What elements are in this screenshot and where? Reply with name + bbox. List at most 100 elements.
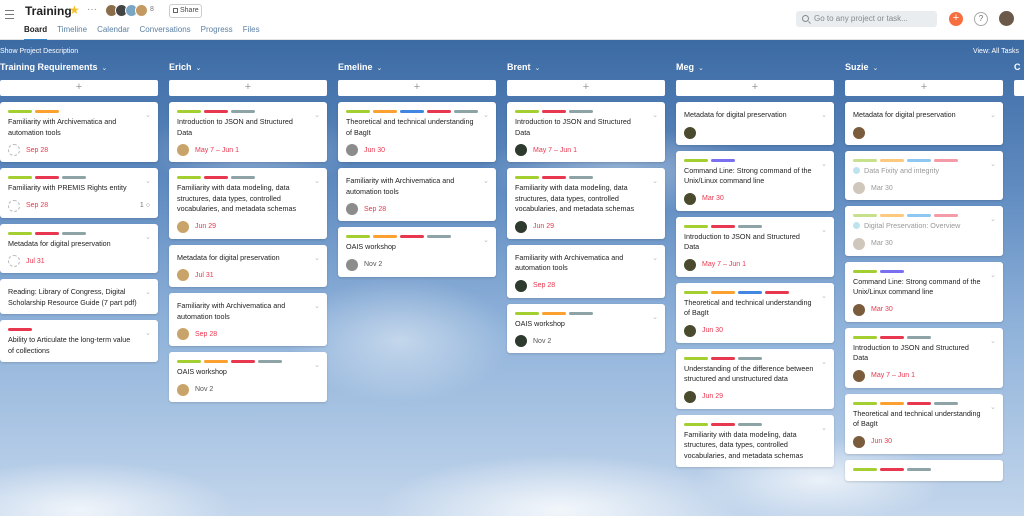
tag-green[interactable] <box>177 176 201 179</box>
chevron-down-icon[interactable]: ⌄ <box>535 65 541 72</box>
column-header[interactable]: Brent ⌄ <box>507 62 665 76</box>
task-card[interactable]: Theoretical and technical understanding … <box>338 102 496 162</box>
column-header[interactable]: Suzie ⌄ <box>845 62 1003 76</box>
tag-gray[interactable] <box>907 335 931 339</box>
tab-files[interactable]: Files <box>243 25 260 41</box>
tag-orange[interactable] <box>880 401 904 405</box>
search-input[interactable]: Go to any project or task... <box>796 11 937 27</box>
task-card[interactable]: Metadata for digital preservation ⌄ <box>676 102 834 145</box>
task-card[interactable]: Theoretical and technical understanding … <box>845 393 1003 454</box>
tag-gray[interactable] <box>231 110 255 113</box>
card-title[interactable]: OAIS workshop <box>515 319 657 330</box>
due-date[interactable]: Sep 28 <box>364 206 386 213</box>
column-header[interactable]: Meg ⌄ <box>676 62 834 76</box>
task-card[interactable]: Reading: Library of Congress, Digital Sc… <box>0 279 158 314</box>
tag-green[interactable] <box>8 176 32 179</box>
card-title[interactable]: Metadata for digital preservation <box>684 110 826 121</box>
due-date[interactable]: May 7 – Jun 1 <box>195 147 239 154</box>
due-date[interactable]: Jun 30 <box>702 327 723 334</box>
assignee-avatar[interactable] <box>684 324 696 337</box>
card-menu-icon[interactable]: ⌄ <box>314 254 320 262</box>
more-options-icon[interactable]: ··· <box>87 4 97 15</box>
due-date[interactable]: Nov 2 <box>364 261 382 268</box>
tag-gray[interactable] <box>738 422 762 426</box>
tag-gray[interactable] <box>569 176 593 179</box>
assign-user-icon[interactable] <box>8 144 20 156</box>
tag-red[interactable] <box>765 290 789 294</box>
tag-green[interactable] <box>684 290 708 294</box>
card-menu-icon[interactable]: ⌄ <box>990 160 996 168</box>
tag-green[interactable] <box>515 176 539 179</box>
card-title[interactable]: Familiarity with Archivematica and autom… <box>177 301 319 322</box>
card-title[interactable]: Familiarity with Archivematica and autom… <box>515 253 657 274</box>
due-date[interactable]: Sep 28 <box>533 282 555 289</box>
add-task-button[interactable]: + <box>507 80 665 96</box>
add-task-button[interactable]: + <box>0 80 158 96</box>
tag-blue[interactable] <box>400 110 424 113</box>
tag-light_blue[interactable] <box>907 158 931 162</box>
tab-progress[interactable]: Progress <box>201 25 233 41</box>
column-header[interactable]: Emeline ⌄ <box>338 62 496 76</box>
tag-orange[interactable] <box>35 110 59 113</box>
tag-light_green[interactable] <box>853 158 877 162</box>
assignee-avatar[interactable] <box>684 390 696 403</box>
card-title[interactable]: Command Line: Strong command of the Unix… <box>684 166 826 187</box>
tag-red[interactable] <box>907 401 931 405</box>
assignee-avatar[interactable] <box>515 220 527 233</box>
assignee-avatar[interactable] <box>346 258 358 271</box>
tag-green[interactable] <box>853 269 877 273</box>
tag-gray[interactable] <box>907 467 931 471</box>
card-menu-icon[interactable]: ⌄ <box>483 177 489 185</box>
card-menu-icon[interactable]: ⌄ <box>652 111 658 119</box>
card-title[interactable]: Familiarity with PREMIS Rights entity <box>8 183 150 194</box>
due-date[interactable]: Mar 30 <box>871 240 893 247</box>
assignee-avatar[interactable] <box>853 303 865 316</box>
task-card[interactable]: OAIS workshop ⌄ Nov 2 <box>169 352 327 402</box>
tag-green[interactable] <box>346 235 370 238</box>
task-card[interactable]: Introduction to JSON and Structured Data… <box>169 102 327 162</box>
assignee-avatar[interactable] <box>177 328 189 340</box>
assignee-avatar[interactable] <box>684 126 696 139</box>
tag-light_orange[interactable] <box>880 214 904 217</box>
tag-gray[interactable] <box>738 224 762 228</box>
tag-red[interactable] <box>400 235 424 238</box>
card-menu-icon[interactable]: ⌄ <box>314 111 320 119</box>
due-date[interactable]: Mar 30 <box>871 185 893 192</box>
view-filter-dropdown[interactable]: View: All Tasks <box>973 48 1019 55</box>
card-title[interactable]: Introduction to JSON and Structured Data <box>177 117 319 138</box>
tag-orange[interactable] <box>373 110 397 113</box>
card-title[interactable]: Theoretical and technical understanding … <box>853 409 995 430</box>
task-card[interactable]: Familiarity with Archivematica and autom… <box>338 168 496 221</box>
tag-green[interactable] <box>684 158 708 162</box>
due-date[interactable]: Jun 29 <box>702 393 723 400</box>
add-task-button[interactable]: + <box>1014 80 1024 96</box>
tag-red[interactable] <box>880 335 904 339</box>
card-menu-icon[interactable]: ⌄ <box>145 329 151 337</box>
tag-pink[interactable] <box>934 158 958 162</box>
task-card[interactable]: Familiarity with Archivematica and autom… <box>169 293 327 346</box>
tag-orange[interactable] <box>542 311 566 315</box>
due-date[interactable]: Nov 2 <box>195 386 213 393</box>
share-button[interactable]: Share <box>169 4 202 18</box>
chevron-down-icon[interactable]: ⌄ <box>377 65 383 72</box>
chevron-down-icon[interactable]: ⌄ <box>196 65 202 72</box>
tag-red[interactable] <box>711 224 735 228</box>
tag-green[interactable] <box>515 311 539 315</box>
task-card[interactable]: Theoretical and technical understanding … <box>676 282 834 343</box>
assign-user-icon[interactable] <box>8 255 20 267</box>
task-card[interactable]: Familiarity with PREMIS Rights entity ⌄ Se… <box>0 168 158 218</box>
tag-orange[interactable] <box>204 360 228 363</box>
tag-gray[interactable] <box>569 110 593 113</box>
card-menu-icon[interactable]: ⌄ <box>821 226 827 234</box>
assignee-avatar[interactable] <box>177 144 189 156</box>
chevron-down-icon[interactable]: ⌄ <box>873 65 879 72</box>
assignee-avatar[interactable] <box>853 435 865 448</box>
due-date[interactable]: Sep 28 <box>26 147 48 154</box>
card-title[interactable]: Theoretical and technical understanding … <box>346 117 488 138</box>
card-menu-icon[interactable]: ⌄ <box>145 288 151 296</box>
task-card[interactable]: Ability to Articulate the long-term valu… <box>0 320 158 362</box>
card-title[interactable]: Reading: Library of Congress, Digital Sc… <box>8 287 150 308</box>
task-card[interactable]: Data Fixity and integrity ⌄ Mar 30 <box>845 150 1003 200</box>
task-card[interactable]: Command Line: Strong command of the Unix… <box>845 261 1003 322</box>
tag-green[interactable] <box>8 231 32 235</box>
